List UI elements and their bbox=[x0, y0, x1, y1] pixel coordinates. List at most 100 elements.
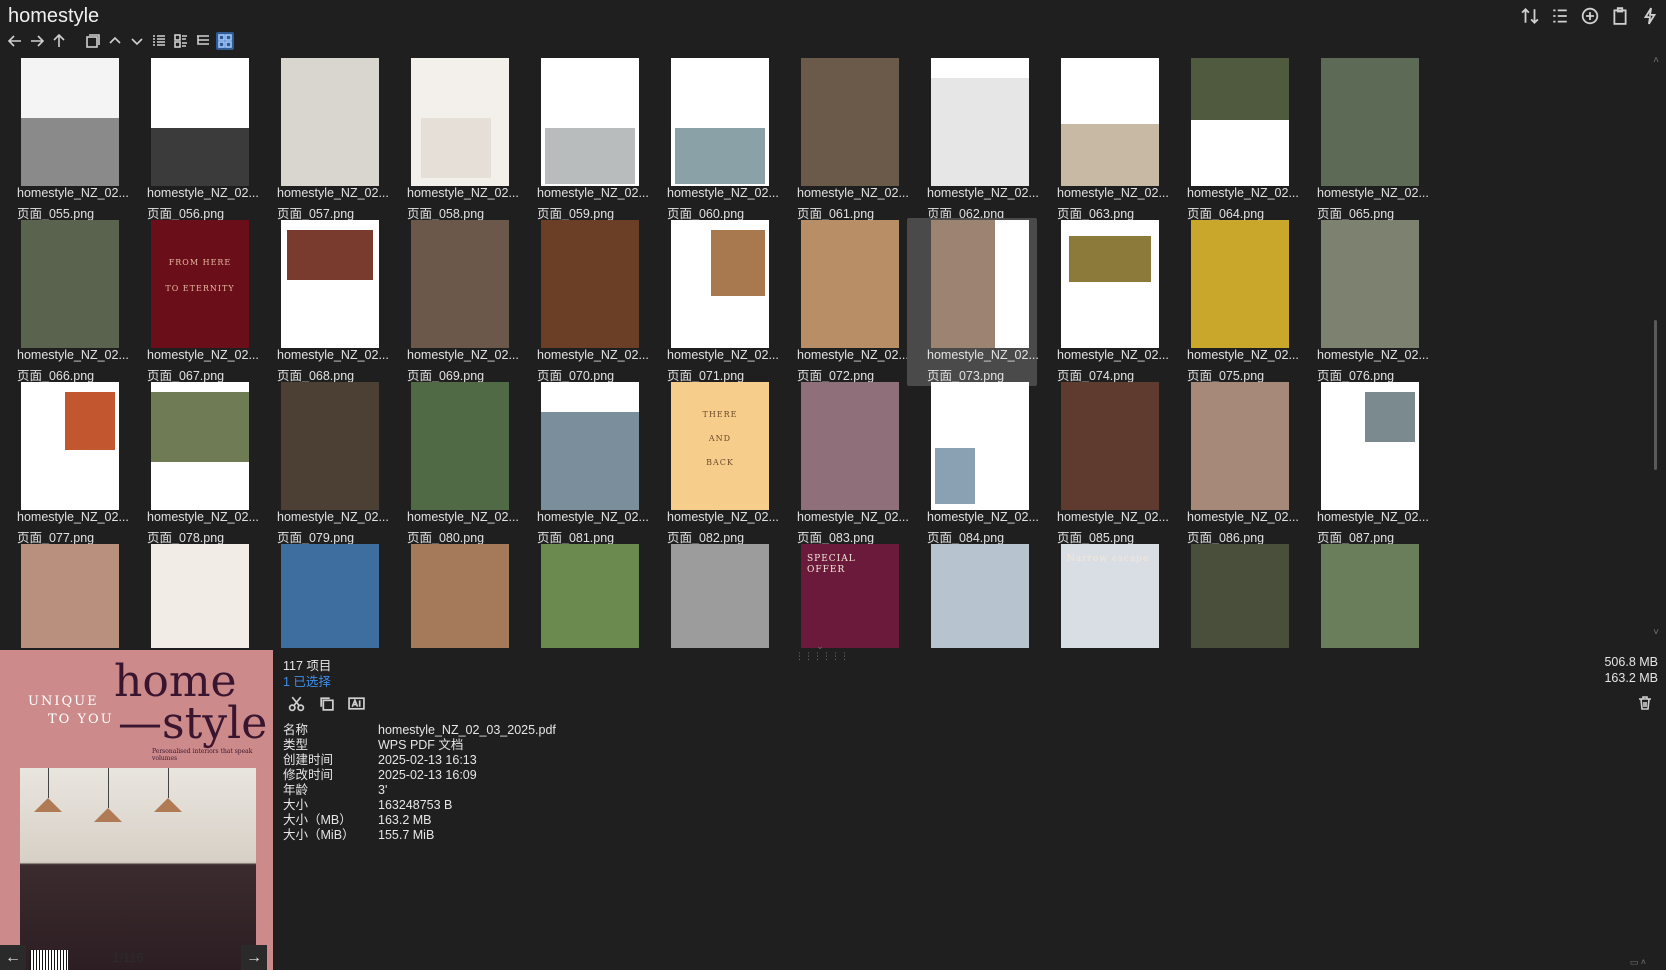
thumbnail-item[interactable]: homestyle_NZ_02... 页面_081.png bbox=[517, 380, 649, 548]
forward-arrow-icon[interactable] bbox=[28, 32, 46, 50]
thumbnail-item[interactable]: homestyle_NZ_02... 页面_064.png bbox=[1167, 58, 1299, 224]
thumbnail-item[interactable] bbox=[1167, 542, 1297, 648]
property-value: 163.2 MB bbox=[378, 813, 432, 827]
details-view-icon[interactable] bbox=[172, 32, 190, 50]
scroll-up-icon[interactable]: ˄ bbox=[1650, 55, 1662, 67]
thumbnail-image: FROM HERE TO ETERNITY bbox=[151, 220, 249, 348]
back-arrow-icon[interactable] bbox=[6, 32, 24, 50]
vertical-scrollbar[interactable]: ˄ ˅ bbox=[1650, 55, 1662, 640]
thumbnail-item[interactable]: SPECIAL OFFER bbox=[777, 542, 907, 648]
page-photo bbox=[545, 128, 635, 184]
thumbnail-item[interactable]: homestyle_NZ_02... 页面_084.png bbox=[907, 380, 1039, 548]
thumbnail-item[interactable] bbox=[387, 542, 517, 648]
lamp-wire bbox=[108, 768, 109, 808]
thumbnail-item[interactable]: homestyle_NZ_02... 页面_069.png bbox=[387, 218, 519, 386]
list-view-icon[interactable] bbox=[150, 32, 168, 50]
clipboard-icon[interactable] bbox=[1610, 6, 1630, 26]
page-photo bbox=[1191, 544, 1289, 648]
thumbnail-item[interactable]: homestyle_NZ_02... 页面_057.png bbox=[257, 58, 389, 224]
thumbnail-item[interactable]: homestyle_NZ_02... 页面_073.png bbox=[907, 218, 1039, 386]
thumbnail-item[interactable]: homestyle_NZ_02... 页面_071.png bbox=[647, 218, 779, 386]
up-arrow-icon[interactable] bbox=[50, 32, 68, 50]
thumbnail-image bbox=[541, 544, 639, 648]
page-heading-text: FROM HERE bbox=[168, 258, 232, 267]
page-photo bbox=[541, 412, 639, 510]
thumbnail-filename: homestyle_NZ_02... bbox=[537, 510, 649, 524]
thumbnail-item[interactable]: homestyle_NZ_02... 页面_056.png bbox=[127, 58, 259, 224]
page-photo bbox=[21, 544, 119, 648]
rename-icon[interactable] bbox=[347, 694, 365, 712]
pendant-lamp-icon bbox=[34, 798, 62, 812]
file-actions bbox=[287, 694, 365, 712]
thumbnail-item[interactable] bbox=[1297, 542, 1427, 648]
thumbnail-item[interactable]: homestyle_NZ_02... 页面_078.png bbox=[127, 380, 259, 548]
thumbnail-item[interactable]: homestyle_NZ_02... 页面_075.png bbox=[1167, 218, 1299, 386]
property-row: 大小（MB） 163.2 MB bbox=[283, 813, 556, 828]
trash-icon[interactable] bbox=[1636, 694, 1654, 712]
property-value: homestyle_NZ_02_03_2025.pdf bbox=[378, 723, 556, 737]
list-icon[interactable] bbox=[1550, 6, 1570, 26]
scrollbar-thumb[interactable] bbox=[1654, 320, 1657, 470]
cut-icon[interactable] bbox=[287, 694, 305, 712]
thumbnail-item[interactable]: homestyle_NZ_02... 页面_066.png bbox=[0, 218, 129, 386]
lightning-icon[interactable] bbox=[1640, 6, 1660, 26]
thumbnail-item[interactable]: homestyle_NZ_02... 页面_072.png bbox=[777, 218, 909, 386]
thumbnail-item[interactable]: homestyle_NZ_02... 页面_068.png bbox=[257, 218, 389, 386]
thumbnail-item[interactable]: homestyle_NZ_02... 页面_063.png bbox=[1037, 58, 1169, 224]
thumbnail-item[interactable] bbox=[907, 542, 1037, 648]
thumbnail-item[interactable]: homestyle_NZ_02... 页面_079.png bbox=[257, 380, 389, 548]
thumbnail-item[interactable]: homestyle_NZ_02... 页面_085.png bbox=[1037, 380, 1169, 548]
thumbnail-image bbox=[1321, 220, 1419, 348]
thumbnail-item[interactable]: homestyle_NZ_02... 页面_074.png bbox=[1037, 218, 1169, 386]
add-icon[interactable] bbox=[1580, 6, 1600, 26]
scroll-down-icon[interactable]: ˅ bbox=[1650, 627, 1662, 639]
page-heading-text: AND bbox=[708, 434, 732, 443]
chevron-up-icon[interactable] bbox=[106, 32, 124, 50]
property-value: 2025-02-13 16:09 bbox=[378, 768, 477, 782]
thumbnail-item[interactable]: homestyle_NZ_02... 页面_070.png bbox=[517, 218, 649, 386]
property-value: 3' bbox=[378, 783, 388, 797]
sort-icon[interactable] bbox=[1520, 6, 1540, 26]
thumbnail-image bbox=[931, 58, 1029, 186]
thumbnail-item[interactable]: homestyle_NZ_02... 页面_087.png bbox=[1297, 380, 1429, 548]
thumbnail-item[interactable]: homestyle_NZ_02... 页面_060.png bbox=[647, 58, 779, 224]
thumbnail-item[interactable]: homestyle_NZ_02... 页面_055.png bbox=[0, 58, 129, 224]
thumbnail-item[interactable]: homestyle_NZ_02... 页面_061.png bbox=[777, 58, 909, 224]
thumbnail-filename: homestyle_NZ_02... bbox=[147, 510, 259, 524]
thumbnail-item[interactable]: homestyle_NZ_02... 页面_080.png bbox=[387, 380, 519, 548]
thumbnail-item[interactable] bbox=[517, 542, 647, 648]
thumbnail-item[interactable]: homestyle_NZ_02... 页面_059.png bbox=[517, 58, 649, 224]
property-key: 大小（MiB） bbox=[283, 828, 355, 842]
thumbnail-image: SPECIAL OFFER bbox=[801, 544, 899, 648]
property-value: 155.7 MiB bbox=[378, 828, 435, 842]
chevron-down-icon[interactable] bbox=[128, 32, 146, 50]
preview-prev-button[interactable]: ← bbox=[0, 945, 26, 970]
new-window-icon[interactable] bbox=[84, 32, 102, 50]
thumbnail-item[interactable] bbox=[127, 542, 257, 648]
thumbnail-item[interactable]: THERE AND BACK homestyle_NZ_02... 页面_082.png bbox=[647, 380, 779, 548]
thumbnail-item[interactable]: homestyle_NZ_02... 页面_086.png bbox=[1167, 380, 1299, 548]
property-key: 修改时间 bbox=[283, 768, 334, 782]
copy-icon[interactable] bbox=[317, 694, 335, 712]
page-photo bbox=[541, 544, 639, 648]
thumbnail-item[interactable] bbox=[257, 542, 387, 648]
tree-view-icon[interactable] bbox=[194, 32, 212, 50]
page-heading-text: BACK bbox=[706, 458, 734, 467]
thumbnail-view-icon[interactable] bbox=[216, 32, 234, 50]
page-photo bbox=[671, 544, 769, 648]
preview-next-button[interactable]: → bbox=[241, 945, 267, 970]
thumbnail-item[interactable]: FROM HERE TO ETERNITY homestyle_NZ_02... 页面… bbox=[127, 218, 259, 386]
thumbnail-item[interactable]: homestyle_NZ_02... 页面_058.png bbox=[387, 58, 519, 224]
thumbnail-image bbox=[151, 382, 249, 510]
thumbnail-item[interactable]: Narrow escape bbox=[1037, 542, 1167, 648]
thumbnail-item[interactable]: homestyle_NZ_02... 页面_077.png bbox=[0, 380, 129, 548]
panel-corner-icons: ▭ ˄ bbox=[1629, 957, 1646, 967]
thumbnail-item[interactable]: homestyle_NZ_02... 页面_062.png bbox=[907, 58, 1039, 224]
thumbnail-item[interactable] bbox=[0, 542, 127, 648]
thumbnail-item[interactable]: homestyle_NZ_02... 页面_076.png bbox=[1297, 218, 1429, 386]
thumbnail-item[interactable] bbox=[647, 542, 777, 648]
thumbnail-image bbox=[411, 58, 509, 186]
thumbnail-item[interactable]: homestyle_NZ_02... 页面_065.png bbox=[1297, 58, 1429, 224]
page-photo bbox=[411, 220, 509, 348]
thumbnail-item[interactable]: homestyle_NZ_02... 页面_083.png bbox=[777, 380, 909, 548]
